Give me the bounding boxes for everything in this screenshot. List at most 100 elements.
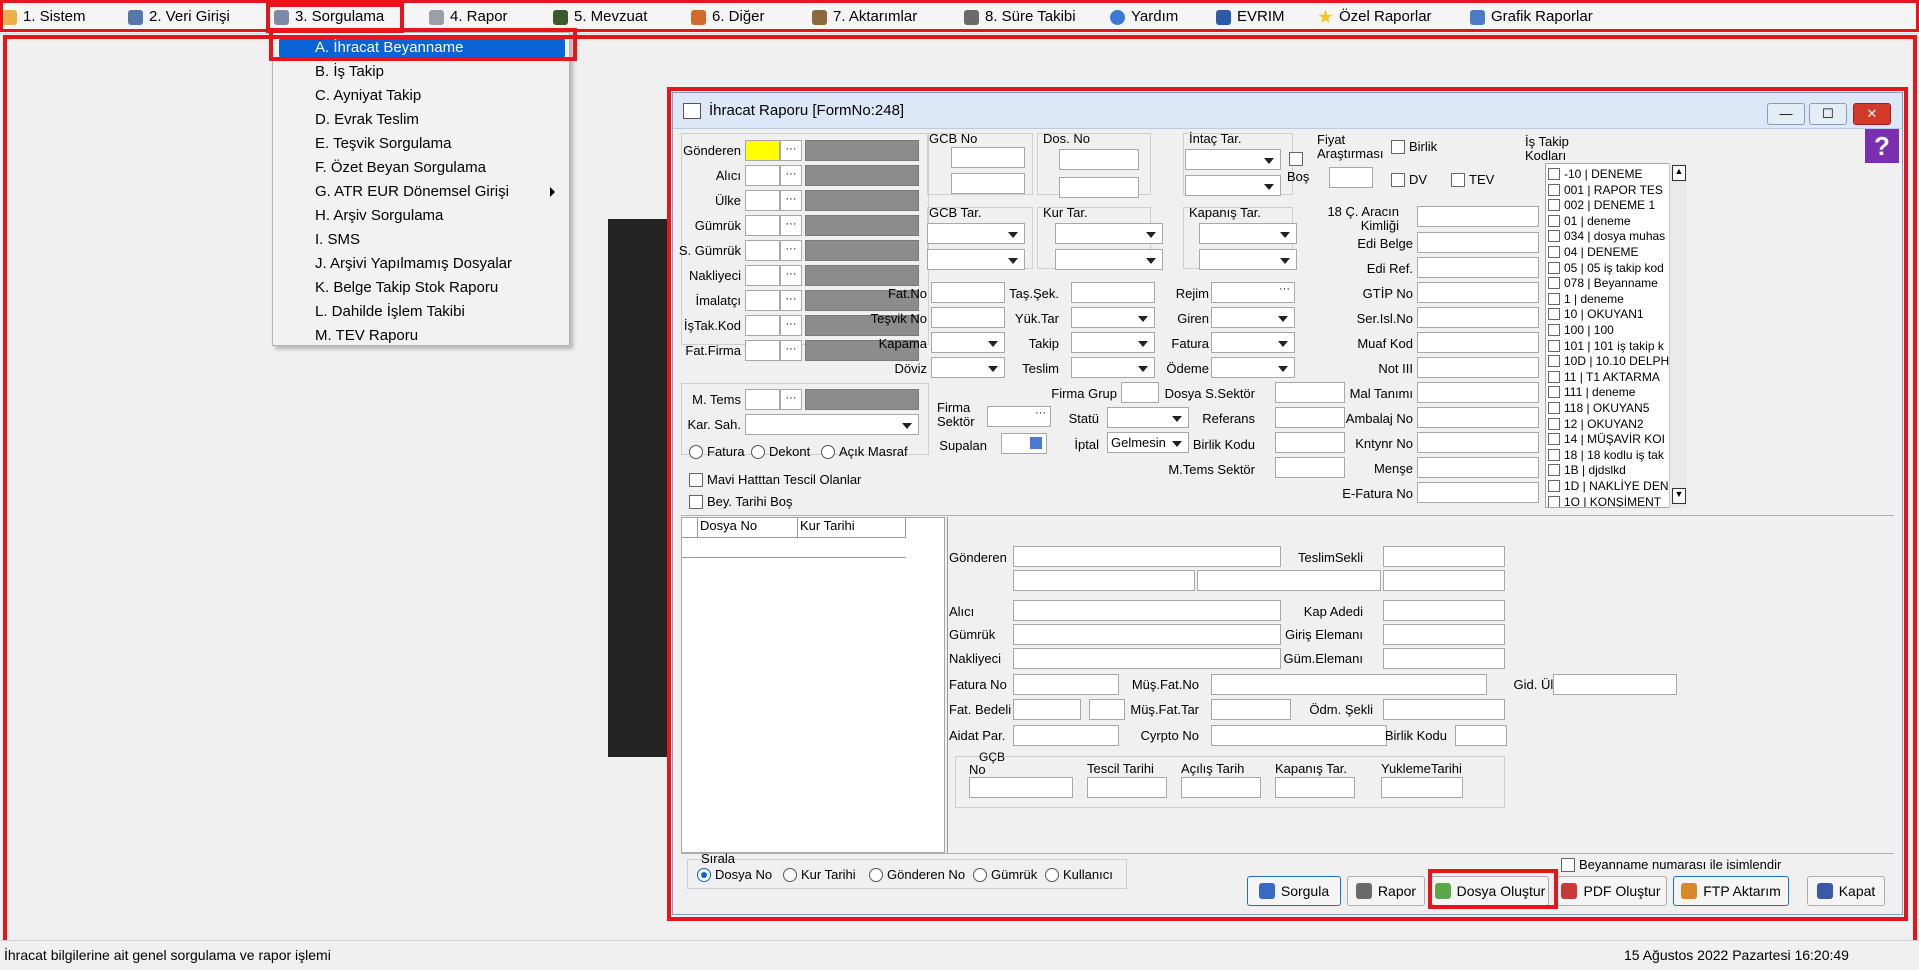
detail-cyrpto-no-input[interactable]	[1211, 725, 1387, 746]
intac-tar-from-select[interactable]	[1185, 149, 1281, 170]
gonderen-lookup-button[interactable]: ···	[780, 140, 802, 161]
dropdown-item[interactable]: E. Teşvik Sorgulama	[279, 133, 565, 155]
is-takip-kod-item[interactable]: 1 | deneme	[1548, 291, 1624, 307]
kapanis-tar-to-select[interactable]	[1199, 249, 1297, 270]
maximize-button[interactable]: ☐	[1809, 103, 1847, 125]
m-tems-code-input[interactable]	[745, 389, 780, 410]
detail-odm-sekli-input[interactable]	[1383, 699, 1505, 720]
dropdown-item[interactable]: M. TEV Raporu	[279, 325, 565, 347]
is-takip-kod-checkbox[interactable]	[1548, 433, 1560, 446]
is-takip-kod-item[interactable]: 05 | 05 iş takip kod	[1548, 260, 1664, 276]
dosya-olustur-button[interactable]: Dosya Oluştur	[1431, 876, 1549, 906]
kntynr-no-input[interactable]	[1417, 432, 1539, 453]
menu-aktarimlar[interactable]: 7. Aktarımlar	[812, 7, 917, 27]
is-takip-kod-item[interactable]: 04 | DENEME	[1548, 244, 1638, 260]
is-takip-kod-checkbox[interactable]	[1548, 261, 1560, 274]
detail-kap-adedi-input[interactable]	[1383, 600, 1505, 621]
is-takip-kod-checkbox[interactable]	[1548, 355, 1560, 368]
detail-giris-elemani-input[interactable]	[1383, 624, 1505, 645]
detail-fat-bedeli-input[interactable]	[1013, 699, 1081, 720]
detail-aidat-par-input[interactable]	[1013, 725, 1119, 746]
is-takip-kod-checkbox[interactable]	[1548, 417, 1560, 430]
nakliyeci-lookup-button[interactable]: ···	[780, 265, 802, 286]
is-takip-kod-checkbox[interactable]	[1548, 402, 1560, 414]
gcb-detail-acilis-input[interactable]	[1181, 777, 1261, 798]
detail-mus-fat-tar-input[interactable]	[1211, 699, 1291, 720]
menu-grafik-raporlar[interactable]: Grafik Raporlar	[1470, 7, 1593, 27]
tesvik-no-input[interactable]	[931, 307, 1005, 328]
is-takip-kod-checkbox[interactable]	[1548, 308, 1560, 321]
beyanname-isimlendir-checkbox[interactable]	[1561, 858, 1575, 872]
dropdown-item[interactable]: K. Belge Takip Stok Raporu	[279, 277, 565, 299]
gcb-detail-yukleme-input[interactable]	[1381, 777, 1463, 798]
close-button[interactable]: ✕	[1853, 103, 1891, 125]
is-takip-kod-item[interactable]: 111 | deneme	[1548, 384, 1635, 400]
is-takip-kod-item[interactable]: 001 | RAPOR TES	[1548, 182, 1663, 198]
is-takip-kod-checkbox[interactable]	[1548, 183, 1560, 196]
sirala-gumruk-radio[interactable]	[973, 868, 987, 882]
dv-checkbox[interactable]	[1391, 173, 1405, 187]
muaf-kod-input[interactable]	[1417, 332, 1539, 353]
is-takip-kod-item[interactable]: 002 | DENEME 1	[1548, 197, 1655, 213]
dropdown-item[interactable]: H. Arşiv Sorgulama	[279, 205, 565, 227]
is-takip-kod-checkbox[interactable]	[1548, 168, 1560, 180]
is-takip-kod-checkbox[interactable]	[1548, 386, 1560, 399]
detail-gonderen-input[interactable]	[1013, 546, 1281, 567]
scroll-up-icon[interactable]: ▲	[1672, 165, 1686, 181]
ulke-lookup-button[interactable]: ···	[780, 190, 802, 211]
ambalaj-no-input[interactable]	[1417, 407, 1539, 428]
is-takip-kod-checkbox[interactable]	[1548, 495, 1560, 507]
teslim-select[interactable]	[1071, 357, 1155, 378]
sirala-kullanici-radio[interactable]	[1045, 868, 1059, 882]
sorgula-button[interactable]: Sorgula	[1247, 876, 1341, 906]
fat-firma-lookup-button[interactable]: ···	[780, 340, 802, 361]
is-takip-kod-item[interactable]: 11 | T1 AKTARMA	[1548, 369, 1660, 385]
menu-ozel-raporlar[interactable]: Özel Raporlar	[1318, 7, 1432, 27]
detail-gonderen-extra1[interactable]	[1013, 570, 1195, 591]
radio-acik-masraf[interactable]	[821, 445, 835, 459]
kapama-select[interactable]	[931, 332, 1005, 353]
s-gumruk-lookup-button[interactable]: ···	[780, 240, 802, 261]
e-fatura-no-input[interactable]	[1417, 482, 1539, 503]
dropdown-item[interactable]: J. Arşivi Yapılmamış Dosyalar	[279, 253, 565, 275]
dos-no-to-input[interactable]	[1059, 177, 1139, 198]
firma-sektor-input[interactable]: ···	[987, 406, 1051, 427]
bey-tarihi-checkbox[interactable]	[689, 495, 703, 509]
detail-gonderen-extra2[interactable]	[1197, 570, 1381, 591]
is-takip-kod-item[interactable]: 034 | dosya muhas	[1548, 228, 1665, 244]
ftp-aktarim-button[interactable]: FTP Aktarım	[1673, 876, 1789, 906]
rejim-input[interactable]: ···	[1211, 282, 1295, 303]
fat-no-input[interactable]	[931, 282, 1005, 303]
is-takip-kod-checkbox[interactable]	[1548, 230, 1560, 243]
detail-teslim-sekli-input[interactable]	[1383, 546, 1505, 567]
gcb-tar-to-select[interactable]	[927, 249, 1025, 270]
menu-sure-takibi[interactable]: 8. Süre Takibi	[964, 7, 1076, 27]
is-takip-kod-item[interactable]: 1D | NAKLİYE DEN	[1548, 478, 1668, 494]
gumruk-code-input[interactable]	[745, 215, 780, 236]
gcb-tar-from-select[interactable]	[927, 223, 1025, 244]
grid-row[interactable]	[682, 538, 906, 558]
gcb-detail-no-input[interactable]	[969, 777, 1073, 798]
is-takip-kod-checkbox[interactable]	[1548, 199, 1560, 212]
rapor-button[interactable]: Rapor	[1347, 876, 1425, 906]
mavi-hat-checkbox[interactable]	[689, 473, 703, 487]
detail-teslim-sekli-extra[interactable]	[1383, 570, 1505, 591]
grid-col-kur-tarihi[interactable]: Kur Tarihi	[798, 518, 906, 538]
kar-sah-select[interactable]	[745, 414, 919, 435]
is-takip-kod-item[interactable]: 10 | OKUYAN1	[1548, 306, 1644, 322]
minimize-button[interactable]: —	[1767, 103, 1805, 125]
detail-gumruk-input[interactable]	[1013, 624, 1281, 645]
is-takip-kod-item[interactable]: -10 | DENEME	[1548, 166, 1642, 182]
tev-checkbox[interactable]	[1451, 173, 1465, 187]
dosya-s-sektor-input[interactable]	[1275, 382, 1345, 403]
fiyat-arastirmasi-input[interactable]	[1329, 167, 1373, 188]
dropdown-item[interactable]: C. Ayniyat Takip	[279, 85, 565, 107]
help-question-icon[interactable]: ?	[1865, 129, 1899, 163]
intac-bos-checkbox[interactable]	[1289, 152, 1303, 166]
edi-belge-input[interactable]	[1417, 232, 1539, 253]
pdf-olustur-button[interactable]: PDF Oluştur	[1555, 876, 1667, 906]
nakliyeci-code-input[interactable]	[745, 265, 780, 286]
giren-select[interactable]	[1211, 307, 1295, 328]
gumruk-lookup-button[interactable]: ···	[780, 215, 802, 236]
is-takip-kod-item[interactable]: 1O | KONŞİMENT	[1548, 494, 1661, 507]
